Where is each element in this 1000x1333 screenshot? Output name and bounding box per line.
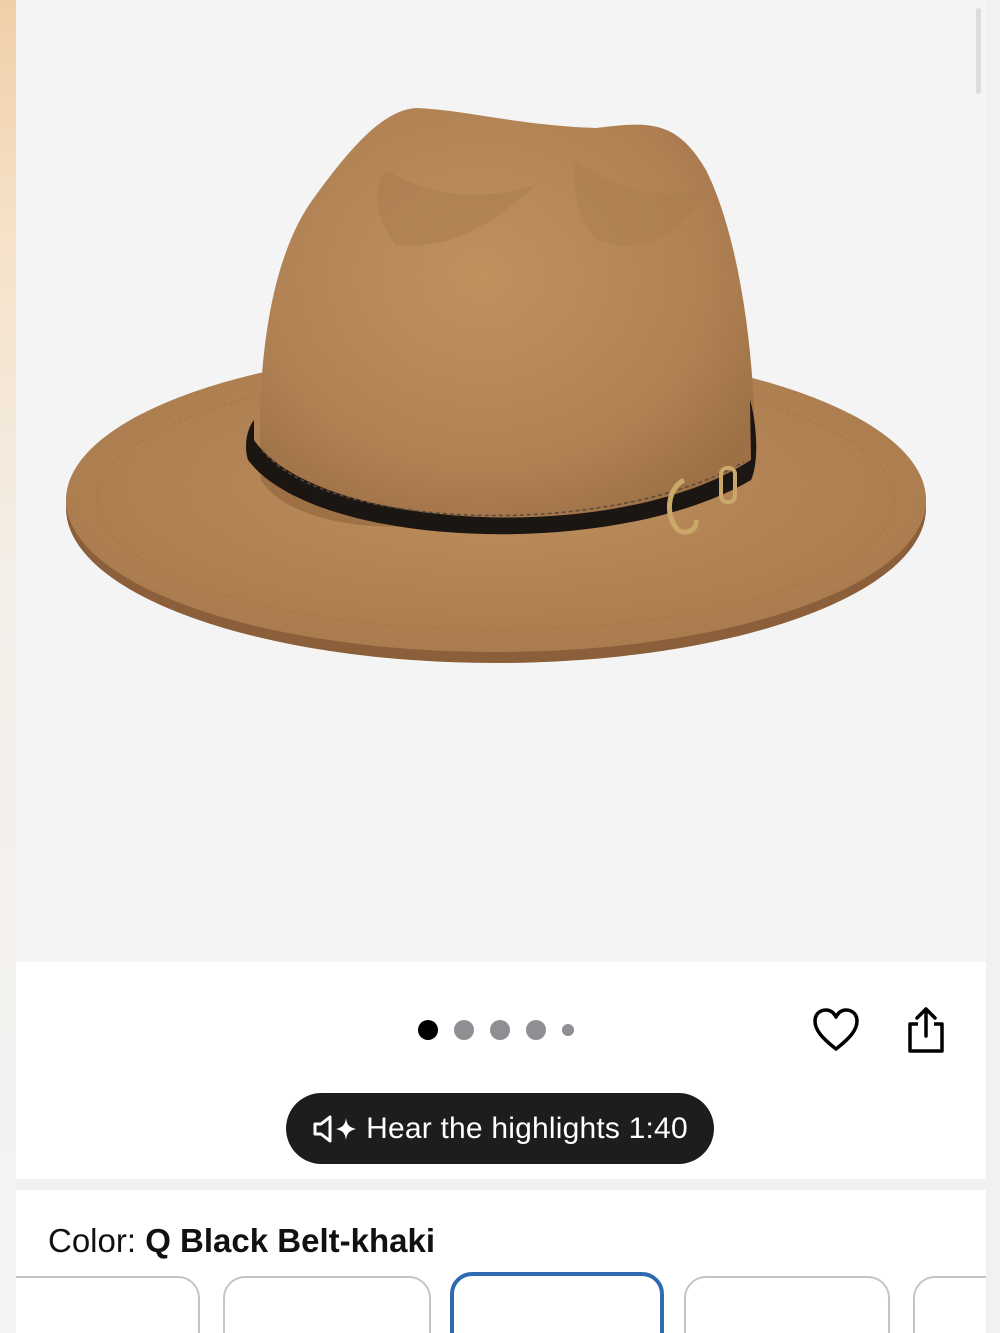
pagination-dot[interactable] (454, 1020, 474, 1040)
color-swatch-selected[interactable] (450, 1272, 664, 1333)
product-image (66, 108, 926, 663)
pagination-dot[interactable] (490, 1020, 510, 1040)
carousel-pagination[interactable] (418, 1020, 574, 1040)
pagination-dot[interactable] (562, 1024, 574, 1036)
share-button[interactable] (898, 1002, 954, 1058)
color-swatch[interactable] (913, 1276, 986, 1333)
color-selector: Color: Q Black Belt-khaki (16, 1190, 986, 1333)
favorite-button[interactable] (808, 1002, 864, 1058)
pagination-dot[interactable] (526, 1020, 546, 1040)
heart-icon (813, 1008, 859, 1051)
right-edge-backdrop (986, 0, 1000, 1333)
color-swatch[interactable] (223, 1276, 431, 1333)
color-swatch[interactable] (16, 1276, 200, 1333)
share-icon (908, 1007, 944, 1053)
pagination-dot[interactable] (418, 1020, 438, 1040)
product-image-carousel[interactable] (16, 0, 986, 962)
hear-highlights-label: Hear the highlights 1:40 (366, 1111, 688, 1145)
image-controls: Hear the highlights 1:40 (16, 962, 986, 1179)
speaker-sparkle-icon (312, 1114, 360, 1144)
section-divider (16, 1179, 986, 1190)
color-label: Color: Q Black Belt-khaki (48, 1222, 435, 1260)
color-swatch[interactable] (684, 1276, 890, 1333)
color-label-prefix: Color: (48, 1222, 146, 1259)
scroll-indicator[interactable] (976, 8, 981, 94)
selected-color-value: Q Black Belt-khaki (145, 1222, 435, 1259)
left-edge-backdrop (0, 0, 16, 1333)
hear-highlights-button[interactable]: Hear the highlights 1:40 (286, 1093, 714, 1164)
